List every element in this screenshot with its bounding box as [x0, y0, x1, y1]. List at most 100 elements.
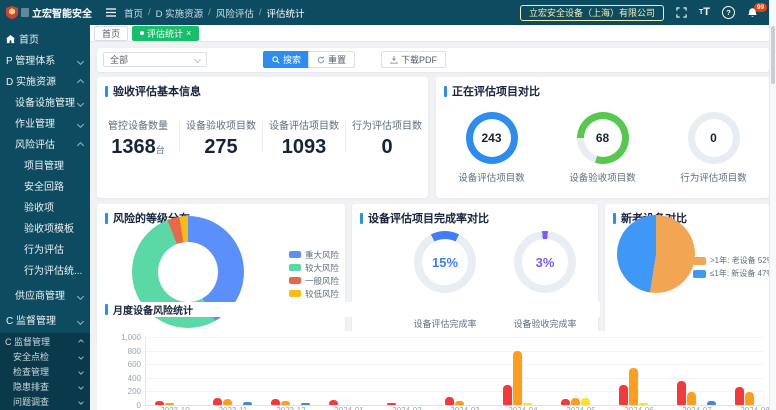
- legend-label: 较低风险: [305, 288, 339, 300]
- legend-row: 较低风险: [289, 287, 339, 300]
- title-marker: [105, 86, 108, 97]
- sidebar-item[interactable]: 项目管理: [0, 156, 90, 177]
- y-axis-tick-label: 200: [109, 387, 141, 396]
- sidebar-item[interactable]: D 实施资源: [0, 72, 90, 93]
- monthly-risk-bar-chart: 02004006008001,0002023-102023-112023-122…: [97, 331, 769, 410]
- legend-row: 较大风险: [289, 261, 339, 274]
- sidebar-submenu-item[interactable]: 安全点检: [0, 350, 90, 365]
- progress-ring-label: 设备验收完成率: [485, 317, 605, 330]
- breadcrumb-item[interactable]: D 实施资源: [156, 6, 204, 20]
- sidebar-menu: 首页 P 管理体系D 实施资源设备设施管理作业管理风险评估项目管理安全回路验收项验…: [0, 30, 90, 332]
- sidebar-item[interactable]: 风险评估: [0, 135, 90, 156]
- bar-segment: [165, 403, 174, 405]
- device-age-legend: >1年: 老设备 52%≤1年: 新设备 47%: [693, 254, 774, 280]
- chevron-up-icon: [78, 339, 84, 345]
- sidebar-submenu-item[interactable]: 问题调查: [0, 395, 90, 410]
- download-icon: [390, 56, 398, 64]
- sidebar-item[interactable]: P 管理体系: [0, 51, 90, 72]
- sidebar-item[interactable]: C 监督管理: [0, 311, 90, 332]
- notification-bell-icon[interactable]: 99: [747, 7, 758, 19]
- sidebar-item[interactable]: 供应商管理: [0, 286, 90, 307]
- card-title-text: 月度设备风险统计: [113, 302, 193, 317]
- tab-close-icon[interactable]: ×: [186, 29, 191, 38]
- sidebar-item[interactable]: 作业管理: [0, 114, 90, 135]
- gridline: [145, 378, 763, 379]
- reset-button-label: 重置: [328, 53, 346, 66]
- sidebar-item[interactable]: 验收项: [0, 198, 90, 219]
- bar-segment: [571, 398, 580, 405]
- bar-segment: [271, 399, 280, 405]
- risk-legend: 重大风险较大风险一般风险较低风险: [289, 248, 339, 300]
- search-button[interactable]: 搜索: [263, 51, 310, 68]
- sidebar-item[interactable]: 首页: [0, 30, 90, 51]
- sidebar-submenu-label: 问题调查: [13, 397, 49, 407]
- ongoing-count-rings: 243设备评估项目数68设备验收项目数0行为评估项目数: [436, 112, 769, 184]
- sidebar-item-label: 供应商管理: [15, 291, 65, 302]
- sidebar-item-label: C 监督管理: [6, 316, 56, 327]
- breadcrumb-item[interactable]: 首页: [124, 6, 143, 20]
- sidebar-item[interactable]: 验收项模板: [0, 219, 90, 240]
- legend-swatch: [693, 270, 706, 278]
- page-scrollbar[interactable]: [769, 0, 776, 410]
- bar-segment: [619, 385, 628, 405]
- help-icon[interactable]: ?: [722, 6, 735, 19]
- logo-shield-icon: [6, 6, 18, 19]
- sidebar-submenu-item[interactable]: 检查管理: [0, 365, 90, 380]
- sidebar-item[interactable]: 行为评估: [0, 240, 90, 261]
- chevron-down-icon: [77, 58, 84, 65]
- sidebar-submenu-item[interactable]: C 监督管理: [0, 335, 90, 350]
- bar-segment: [243, 402, 252, 405]
- card-title-text: 验收评估基本信息: [113, 83, 201, 99]
- count-ring-item: 243设备评估项目数: [437, 112, 547, 184]
- sidebar-item-label: 首页: [19, 35, 39, 46]
- stat-label: 设备评估项目数: [263, 117, 345, 132]
- collapse-menu-icon[interactable]: [106, 8, 116, 17]
- legend-row: 重大风险: [289, 248, 339, 261]
- filter-select[interactable]: 全部: [103, 52, 207, 67]
- app-logo[interactable]: 立宏智能安全: [0, 5, 96, 20]
- reset-button[interactable]: 重置: [308, 51, 355, 68]
- font-size-icon[interactable]: TT: [699, 7, 710, 18]
- topbar: 立宏智能安全 首页/D 实施资源/风险评估/评估统计 立宏安全设备（上海）有限公…: [0, 0, 776, 25]
- y-axis-tick-label: 800: [109, 347, 141, 356]
- basic-info-stats: 管控设备数量1368台设备验收项目数275设备评估项目数1093行为评估项目数0: [97, 117, 428, 157]
- sidebar: 首页 P 管理体系D 实施资源设备设施管理作业管理风险评估项目管理安全回路验收项验…: [0, 25, 90, 410]
- breadcrumb-item[interactable]: 评估统计: [266, 6, 304, 20]
- stat-value: 1368台: [97, 137, 179, 157]
- sidebar-item[interactable]: 设备设施管理: [0, 93, 90, 114]
- chevron-down-icon: [77, 121, 84, 128]
- sidebar-item-label: 验收项: [24, 203, 54, 214]
- sidebar-item[interactable]: 安全回路: [0, 177, 90, 198]
- sidebar-submenu-item[interactable]: 隐患排查: [0, 380, 90, 395]
- bar-segment: [213, 398, 222, 405]
- y-axis-tick-label: 1,000: [109, 333, 141, 342]
- sidebar-item-label: 验收项模板: [24, 224, 74, 235]
- company-button[interactable]: 立宏安全设备（上海）有限公司: [520, 5, 664, 21]
- refresh-icon: [317, 56, 325, 64]
- breadcrumb-item[interactable]: 风险评估: [216, 6, 254, 20]
- download-pdf-button[interactable]: 下载PDF: [381, 51, 446, 68]
- sidebar-item-label: 设备设施管理: [15, 98, 75, 109]
- fullscreen-icon[interactable]: [676, 7, 687, 18]
- tab-active[interactable]: 评估统计×: [132, 26, 199, 41]
- home-icon: [6, 35, 15, 44]
- count-ring: 243: [466, 112, 518, 164]
- count-ring: 0: [688, 112, 740, 164]
- card-risk-distribution: 风险的等级分布 重大风险较大风险一般风险较低风险: [97, 204, 345, 340]
- x-axis-tick-label: 2023-10: [153, 406, 197, 410]
- gridline: [145, 351, 763, 352]
- sidebar-item[interactable]: 行为评估统...: [0, 261, 90, 282]
- sidebar-submenu-label: C 监督管理: [5, 337, 50, 347]
- legend-label: 一般风险: [305, 275, 339, 287]
- x-axis-tick-label: 2024-02: [385, 406, 429, 410]
- chevron-down-icon: [78, 354, 84, 360]
- help-question-mark: ?: [722, 6, 735, 19]
- legend-swatch: [289, 264, 301, 271]
- bar-segment: [677, 381, 686, 405]
- stat-item: 设备评估项目数1093: [263, 117, 345, 157]
- app-root: 立宏智能安全 首页/D 实施资源/风险评估/评估统计 立宏安全设备（上海）有限公…: [0, 0, 776, 410]
- sidebar-item-label: 行为评估: [24, 245, 64, 256]
- gridline: [145, 364, 763, 365]
- tab-inactive[interactable]: 首页: [94, 26, 128, 41]
- scrollbar-thumb[interactable]: [771, 26, 775, 84]
